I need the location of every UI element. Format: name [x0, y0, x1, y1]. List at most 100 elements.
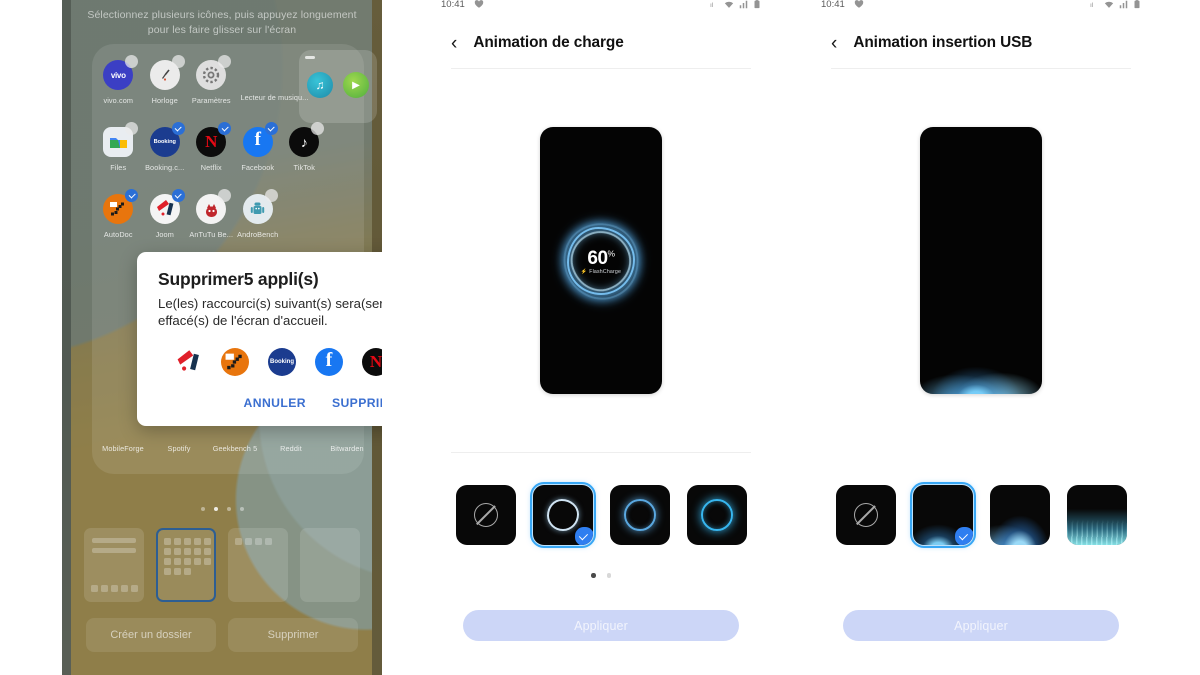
app-label: Horloge: [151, 96, 178, 105]
page-dot[interactable]: [200, 507, 205, 511]
battery-percent: 60%: [587, 247, 615, 269]
bolt-icon: ⚡: [580, 268, 588, 275]
music-note-icon: ♫: [307, 72, 333, 98]
app-cell-joom[interactable]: Joom: [142, 189, 189, 257]
dock-label: Reddit: [280, 444, 302, 453]
animation-none-thumb[interactable]: [835, 485, 896, 545]
select-badge[interactable]: [218, 189, 232, 202]
battery-icon: [754, 0, 760, 9]
chevron-left-icon[interactable]: ‹: [451, 34, 457, 53]
select-badge[interactable]: [264, 189, 278, 202]
select-badge[interactable]: [171, 55, 185, 68]
select-badge[interactable]: [125, 55, 139, 68]
animation-flame-thumb[interactable]: [1066, 485, 1127, 545]
apply-button[interactable]: Appliquer: [463, 610, 739, 641]
app-cell-vivo[interactable]: vivo vivo.com: [95, 55, 142, 123]
usb-thumbnail-list: [791, 482, 1171, 548]
select-badge[interactable]: [171, 122, 185, 135]
joom-ribbon-icon: [156, 200, 174, 216]
app-label: Joom: [155, 230, 174, 239]
dock-label: Bitwarden: [330, 444, 364, 453]
dock-label: Spotify: [167, 444, 191, 453]
status-bar-right: ıl: [710, 0, 761, 9]
animation-wave-thumb[interactable]: [989, 485, 1050, 545]
select-badge[interactable]: [171, 189, 185, 202]
joom-app-icon: [174, 348, 202, 376]
battery-icon: [1134, 0, 1140, 9]
autodoc-road-icon: [225, 353, 243, 370]
app-label: TikTok: [293, 163, 315, 172]
dock-item[interactable]: Bitwarden: [319, 438, 375, 453]
page-title: Animation insertion USB: [853, 34, 1033, 51]
animation-none-thumb[interactable]: [455, 485, 516, 545]
wifi-icon: [724, 1, 734, 8]
app-cell-booking[interactable]: Booking Booking.c...: [142, 122, 189, 190]
page-dot[interactable]: [226, 507, 231, 511]
app-label: AndroBench: [237, 230, 279, 239]
animation-ring-soft-thumb[interactable]: [529, 482, 596, 548]
confirm-delete-button[interactable]: SUPPRIMER: [332, 396, 382, 410]
cancel-button[interactable]: ANNULER: [244, 396, 306, 410]
widget-tile-list[interactable]: [84, 528, 144, 602]
select-badge[interactable]: [218, 55, 232, 68]
joom-app-icon: [149, 189, 185, 224]
dock-item[interactable]: Geekbench 5: [207, 438, 263, 453]
app-cell-androbench[interactable]: AndroBench: [235, 189, 282, 257]
page-dot[interactable]: [606, 573, 611, 578]
create-folder-button[interactable]: Créer un dossier: [86, 618, 216, 652]
selected-check-icon: [954, 527, 973, 545]
autodoc-road-icon: [110, 202, 126, 216]
ring-soft-icon: [546, 499, 579, 531]
status-bar-left: 10:41: [821, 0, 864, 10]
app-cell-facebook[interactable]: f Facebook: [235, 122, 282, 190]
delete-button[interactable]: Supprimer: [228, 618, 358, 652]
music-player-widget[interactable]: ♫ ▶: [299, 50, 377, 123]
usb-animation-preview: [920, 127, 1042, 394]
charge-animation-preview: 60% ⚡ FlashCharge: [540, 127, 662, 394]
app-cell-autodoc[interactable]: AutoDoc: [95, 189, 142, 257]
dock-item[interactable]: MobileForge: [95, 438, 151, 453]
app-cell-tiktok[interactable]: ♪ TikTok: [281, 122, 328, 190]
widget-preview-row: [62, 528, 382, 602]
page-dot-active[interactable]: [591, 573, 596, 578]
widget-tile-empty[interactable]: [300, 528, 360, 602]
apply-button[interactable]: Appliquer: [843, 610, 1119, 641]
dock-item[interactable]: Reddit: [263, 438, 319, 453]
app-label: Files: [110, 163, 127, 172]
select-badge[interactable]: [125, 122, 139, 135]
chevron-left-icon[interactable]: ‹: [831, 34, 837, 53]
antutu-monster-icon: [205, 203, 217, 217]
app-cell-netflix[interactable]: N Netflix: [188, 122, 235, 190]
charge-thumbnail-list: [411, 482, 791, 548]
ring-blue-icon: [623, 499, 656, 531]
antutu-app-icon: [196, 189, 232, 224]
dialog-app-icons: Booking f N: [174, 348, 382, 376]
clock-app-icon: [149, 55, 185, 90]
widget-tile-small[interactable]: [228, 528, 288, 602]
animation-sparkle-thumb[interactable]: [909, 482, 976, 548]
booking-app-icon: Booking: [268, 348, 296, 376]
app-cell-antutu[interactable]: AnTuTu Be...: [188, 189, 235, 257]
app-label: AnTuTu Be...: [189, 230, 234, 239]
autodoc-app-icon: [103, 189, 139, 224]
flashcharge-label: ⚡ FlashCharge: [580, 268, 622, 275]
netflix-app-icon: N: [362, 348, 382, 376]
widget-tile-grid-selected[interactable]: [156, 528, 216, 602]
usb-animation-screen: 10:41 ıl ‹ Animation insertion USB Appli…: [791, 0, 1171, 675]
heart-icon: [854, 0, 863, 8]
dock-item[interactable]: Spotify: [151, 438, 207, 453]
page-dot[interactable]: [239, 507, 244, 511]
animation-ring-cyan-thumb[interactable]: [686, 485, 747, 545]
status-time: 10:41: [441, 0, 465, 10]
page-dot-active[interactable]: [213, 507, 218, 511]
select-badge[interactable]: [311, 122, 325, 135]
minimize-icon[interactable]: [305, 56, 315, 59]
app-cell-horloge[interactable]: Horloge: [142, 55, 189, 123]
select-badge[interactable]: [125, 189, 139, 202]
facebook-app-icon: f: [315, 348, 343, 376]
animation-ring-blue-thumb[interactable]: [609, 485, 670, 545]
app-cell-files[interactable]: Files: [95, 122, 142, 190]
select-badge[interactable]: [218, 122, 232, 135]
app-cell-parametres[interactable]: Paramètres: [188, 55, 235, 123]
select-badge[interactable]: [264, 122, 278, 135]
